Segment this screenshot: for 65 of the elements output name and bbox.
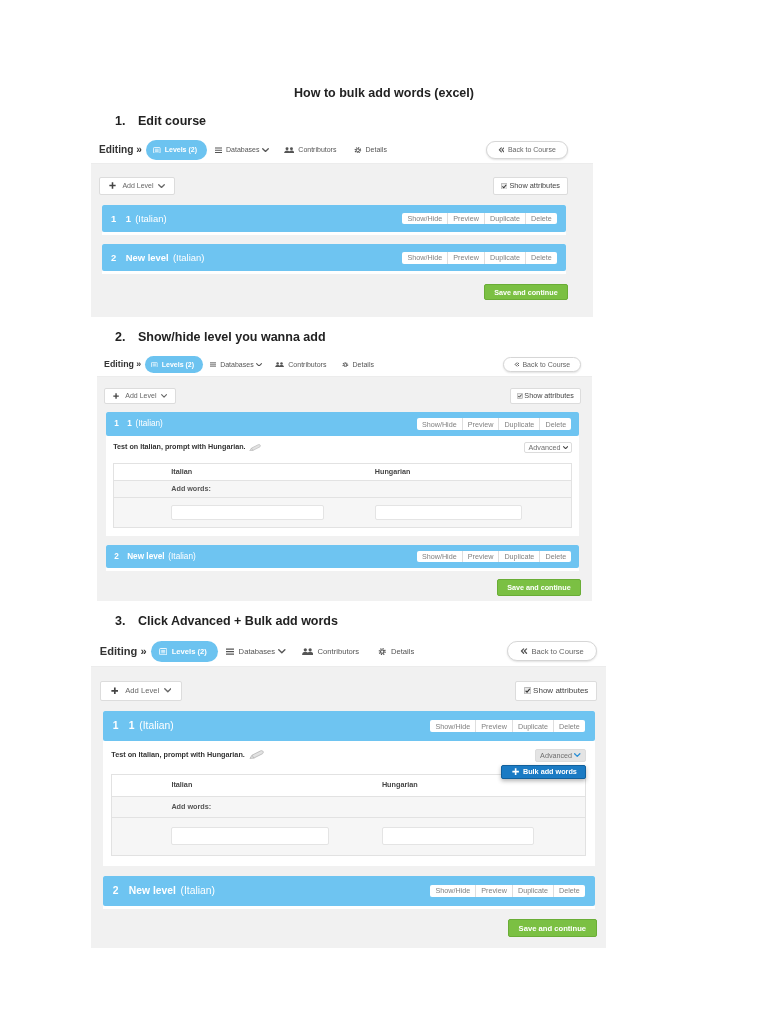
step-number: 1. — [115, 113, 127, 129]
step-number: 2. — [115, 329, 127, 346]
people-icon — [284, 146, 295, 154]
level-number: 1 — [110, 212, 117, 224]
step-heading: Click Advanced + Bulk add words — [138, 613, 338, 630]
level-number: 1 — [114, 419, 119, 430]
level-number: 2 — [112, 884, 119, 898]
hamburger-icon — [214, 146, 223, 154]
pencil-icon[interactable] — [248, 750, 264, 761]
level-language: (Italian) — [168, 551, 196, 562]
plus-icon — [110, 686, 119, 695]
gear-icon — [342, 361, 349, 368]
double-chevron-left-icon — [513, 362, 520, 367]
chevron-down-icon — [562, 445, 568, 450]
breadcrumb: Editing » — [104, 359, 142, 370]
checkbox[interactable] — [500, 182, 508, 190]
list-icon — [159, 647, 168, 656]
chevron-down-icon — [278, 649, 286, 654]
step-heading: Edit course — [138, 113, 207, 129]
level-language: (Italian) — [180, 884, 215, 898]
level-name: 1 — [127, 419, 132, 430]
chevron-down-icon — [163, 688, 172, 693]
breadcrumb: Editing » — [99, 644, 147, 659]
level-number: 2 — [110, 252, 117, 264]
level-name: 1 — [125, 212, 131, 224]
show-attributes-toggle[interactable]: Show attributes — [514, 680, 597, 701]
word-input[interactable] — [171, 505, 324, 520]
gear-icon — [378, 647, 387, 656]
gear-icon — [353, 146, 362, 154]
chevron-down-icon — [262, 147, 270, 153]
level-language: (Italian) — [135, 212, 167, 224]
level-name: 1 — [128, 719, 135, 733]
word-input[interactable] — [374, 505, 523, 520]
level-language: (Italian) — [172, 252, 205, 264]
list-icon — [153, 146, 161, 154]
word-input[interactable] — [171, 827, 330, 846]
chevron-down-icon — [574, 753, 581, 758]
step-number: 3. — [115, 613, 127, 630]
hamburger-icon — [209, 361, 217, 368]
double-chevron-left-icon — [497, 147, 505, 153]
level-name: New level — [127, 551, 165, 562]
plus-icon — [512, 768, 520, 776]
document-title: How to bulk add words (excel) — [294, 85, 474, 101]
chevron-down-icon — [160, 394, 167, 398]
checkbox[interactable] — [516, 393, 523, 399]
plus-icon — [112, 392, 119, 400]
level-language: (Italian) — [139, 719, 174, 733]
word-input[interactable] — [381, 827, 535, 846]
list-icon — [151, 361, 158, 368]
people-icon — [275, 361, 285, 368]
double-chevron-left-icon — [520, 648, 528, 655]
chevron-down-icon — [256, 362, 263, 367]
checkbox[interactable] — [523, 687, 531, 695]
breadcrumb: Editing » — [99, 143, 142, 157]
people-icon — [301, 647, 314, 656]
level-language: (Italian) — [135, 419, 163, 430]
level-number: 2 — [114, 551, 119, 562]
hamburger-icon — [226, 647, 235, 656]
level-name: New level — [125, 252, 169, 264]
chevron-down-icon — [157, 183, 165, 188]
pencil-icon[interactable] — [248, 443, 261, 452]
level-name: New level — [128, 884, 176, 898]
level-number: 1 — [112, 719, 119, 733]
step-heading: Show/hide level you wanna add — [138, 329, 326, 346]
plus-icon — [109, 182, 117, 190]
